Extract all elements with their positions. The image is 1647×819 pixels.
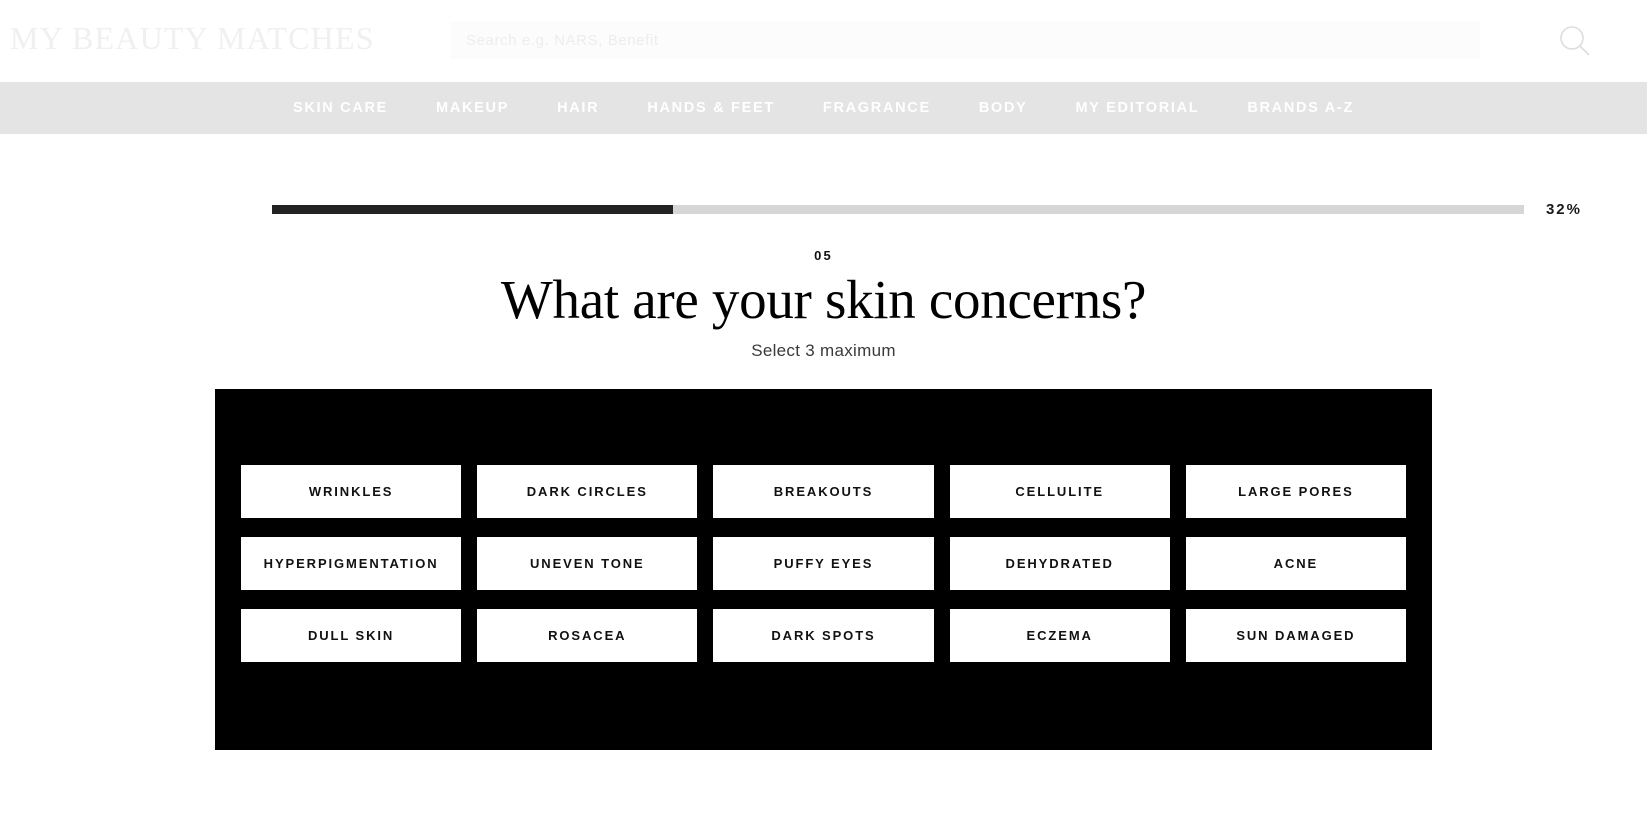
option-label: ECZEMA (1026, 627, 1093, 643)
search-input[interactable] (450, 22, 1480, 59)
search-icon[interactable] (1556, 22, 1594, 60)
site-header: MY BEAUTY MATCHES (0, 0, 1647, 82)
option-large-pores[interactable]: LARGE PORES (1185, 464, 1406, 518)
nav-item-body[interactable]: BODY (955, 100, 1052, 116)
option-dark-circles[interactable]: DARK CIRCLES (477, 464, 698, 518)
option-hyperpigmentation[interactable]: HYPERPIGMENTATION (241, 536, 462, 590)
option-dull-skin[interactable]: DULL SKIN (241, 608, 462, 662)
nav-item-my-editorial[interactable]: MY EDITORIAL (1052, 100, 1224, 116)
option-breakouts[interactable]: BREAKOUTS (713, 464, 934, 518)
option-label: CELLULITE (1015, 483, 1104, 499)
progress-fill (272, 204, 673, 214)
progress-track (272, 204, 1524, 214)
nav-item-hands-feet[interactable]: HANDS & FEET (623, 100, 799, 116)
option-cellulite[interactable]: CELLULITE (949, 464, 1170, 518)
nav-item-fragrance[interactable]: FRAGRANCE (799, 100, 955, 116)
option-label: LARGE PORES (1238, 483, 1354, 499)
page-title: What are your skin concerns? (500, 269, 1147, 330)
option-label: DARK CIRCLES (526, 483, 648, 499)
options-panel: WRINKLES DARK CIRCLES BREAKOUTS CELLULIT… (215, 388, 1432, 750)
option-acne[interactable]: ACNE (1185, 536, 1406, 590)
option-label: WRINKLES (308, 483, 394, 499)
option-sun-damaged[interactable]: SUN DAMAGED (1185, 608, 1406, 662)
main-navigation: SKIN CARE MAKEUP HAIR HANDS & FEET FRAGR… (0, 82, 1647, 134)
nav-item-brands-az[interactable]: BRANDS A-Z (1223, 100, 1378, 116)
step-number: 05 (814, 248, 833, 263)
option-label: ROSACEA (548, 627, 627, 643)
site-logo[interactable]: MY BEAUTY MATCHES (10, 22, 375, 54)
option-label: UNEVEN TONE (530, 555, 645, 571)
option-label: PUFFY EYES (773, 555, 874, 571)
option-dehydrated[interactable]: DEHYDRATED (949, 536, 1170, 590)
question-subtitle: Select 3 maximum (751, 340, 896, 360)
option-uneven-tone[interactable]: UNEVEN TONE (477, 536, 698, 590)
question-block: 05 What are your skin concerns? Select 3… (0, 248, 1647, 361)
quiz-progress: 32% (0, 196, 1647, 222)
nav-item-hair[interactable]: HAIR (533, 100, 623, 116)
option-label: DARK SPOTS (771, 627, 876, 643)
option-label: DULL SKIN (307, 627, 395, 643)
progress-percent-label: 32% (1545, 200, 1582, 218)
option-label: HYPERPIGMENTATION (263, 555, 439, 571)
option-eczema[interactable]: ECZEMA (949, 608, 1170, 662)
option-rosacea[interactable]: ROSACEA (477, 608, 698, 662)
option-dark-spots[interactable]: DARK SPOTS (713, 608, 934, 662)
nav-item-makeup[interactable]: MAKEUP (412, 100, 533, 116)
option-puffy-eyes[interactable]: PUFFY EYES (713, 536, 934, 590)
options-grid: WRINKLES DARK CIRCLES BREAKOUTS CELLULIT… (241, 464, 1406, 662)
option-label: DEHYDRATED (1005, 555, 1114, 571)
option-label: ACNE (1273, 555, 1319, 571)
option-label: SUN DAMAGED (1236, 627, 1356, 643)
option-label: BREAKOUTS (773, 483, 874, 499)
nav-item-skin-care[interactable]: SKIN CARE (269, 100, 412, 116)
option-wrinkles[interactable]: WRINKLES (241, 464, 462, 518)
search-bar[interactable] (450, 22, 1480, 59)
